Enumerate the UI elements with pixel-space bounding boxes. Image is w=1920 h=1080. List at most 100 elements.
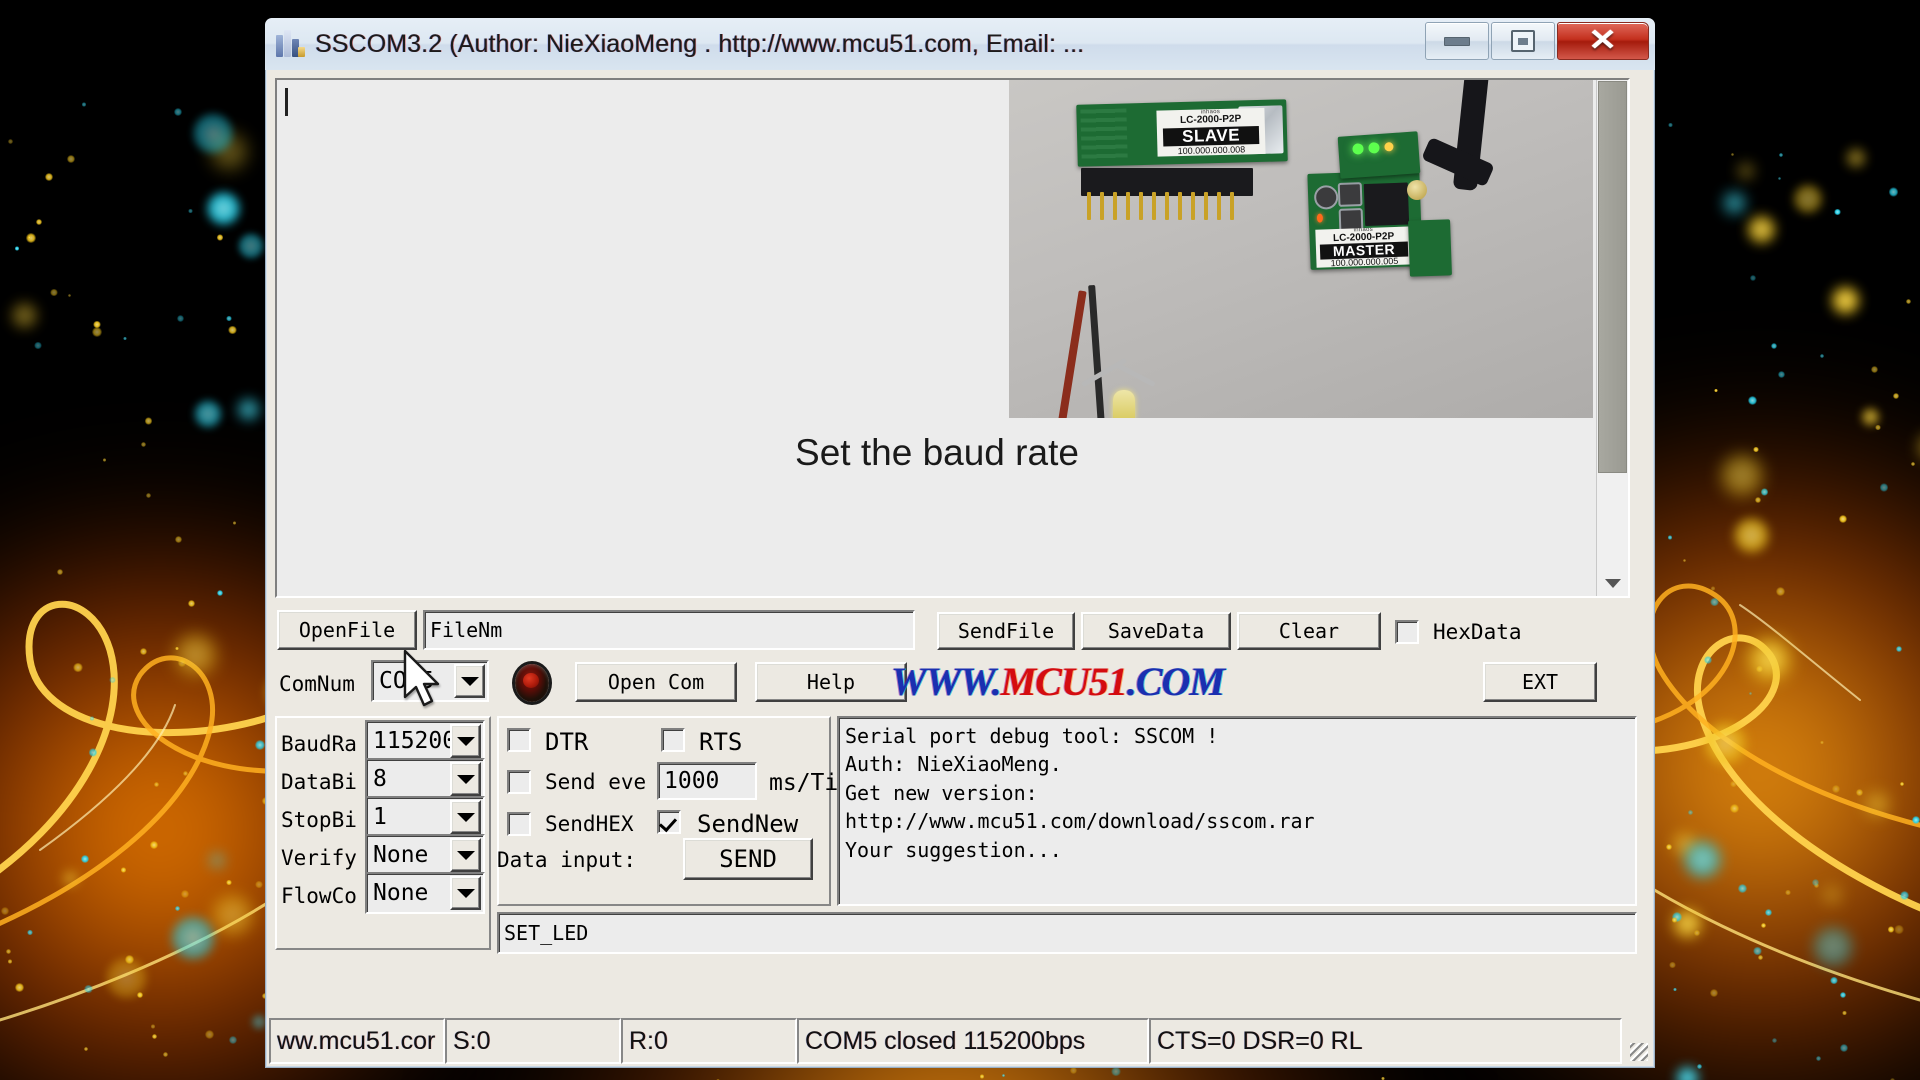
help-button[interactable]: Help xyxy=(755,662,907,702)
bokeh-particle xyxy=(144,417,153,425)
receive-scrollbar[interactable] xyxy=(1596,80,1628,596)
bokeh-particle xyxy=(34,341,42,350)
logo-brand: MCU51 xyxy=(1000,659,1128,704)
comnum-label: ComNum xyxy=(279,672,355,696)
bokeh-particle xyxy=(1879,483,1889,492)
bokeh-particle xyxy=(1830,285,1862,317)
ext-button[interactable]: EXT xyxy=(1483,662,1597,702)
bokeh-particle xyxy=(1844,146,1868,169)
bokeh-particle xyxy=(1754,497,1761,504)
bokeh-particle xyxy=(1722,190,1747,216)
window-controls[interactable]: ✕ xyxy=(1425,22,1649,60)
opencom-button[interactable]: Open Com xyxy=(575,662,737,702)
databits-select[interactable]: 8 xyxy=(365,758,485,800)
data-input-field[interactable]: SET_LED xyxy=(497,912,1637,954)
clear-button[interactable]: Clear xyxy=(1237,612,1381,650)
comnum-select[interactable]: COM5 xyxy=(371,660,489,702)
bokeh-particle xyxy=(1673,987,1677,992)
hexdata-label: HexData xyxy=(1433,620,1522,644)
logo-prefix: WWW. xyxy=(891,659,1002,704)
openfile-button[interactable]: OpenFile xyxy=(277,610,417,650)
comnum-dropdown-arrow[interactable] xyxy=(454,664,485,698)
scrollbar-down-arrow[interactable] xyxy=(1597,570,1628,596)
rts-checkbox[interactable] xyxy=(661,728,685,752)
verify-select[interactable]: None xyxy=(365,834,485,876)
sendevery-checkbox[interactable] xyxy=(507,770,531,794)
sendnew-label: SendNew xyxy=(697,810,799,838)
bokeh-particle xyxy=(93,320,101,329)
bokeh-particle xyxy=(236,396,262,422)
resize-grip[interactable] xyxy=(1622,1018,1651,1064)
flowcontrol-label: FlowCo xyxy=(281,884,357,908)
bokeh-particle xyxy=(1710,597,1719,607)
flowcontrol-dropdown-arrow[interactable] xyxy=(450,876,481,910)
slave-serial: 100.000.000.008 xyxy=(1177,143,1246,156)
chevron-down-icon xyxy=(1604,578,1621,588)
hexdata-checkbox[interactable] xyxy=(1395,620,1419,644)
chevron-down-icon xyxy=(456,850,475,860)
databits-dropdown-arrow[interactable] xyxy=(450,762,481,796)
baudrate-dropdown-arrow[interactable] xyxy=(450,724,481,758)
bokeh-particle xyxy=(102,457,107,462)
bokeh-particle xyxy=(182,770,188,776)
comnum-value: COM5 xyxy=(379,668,435,694)
flowcontrol-select[interactable]: None xyxy=(365,872,485,914)
bokeh-particle xyxy=(174,536,182,543)
bokeh-particle xyxy=(1714,388,1718,393)
sscom-window[interactable]: SSCOM3.2 (Author: NieXiaoMeng . http://w… xyxy=(265,18,1655,1068)
verify-dropdown-arrow[interactable] xyxy=(450,838,481,872)
sendhex-checkbox[interactable] xyxy=(507,812,531,836)
bokeh-particle xyxy=(1905,299,1912,305)
bokeh-particle xyxy=(229,1036,237,1044)
bokeh-particle xyxy=(1911,462,1915,466)
baudrate-select[interactable]: 115200 xyxy=(365,720,485,762)
title-bar[interactable]: SSCOM3.2 (Author: NieXiaoMeng . http://w… xyxy=(265,18,1655,70)
bokeh-particle xyxy=(255,740,265,751)
filename-input[interactable]: FileNm xyxy=(423,610,915,650)
interval-input[interactable]: 1000 xyxy=(657,762,757,800)
mcu51-logo[interactable]: WWW.MCU51.COM xyxy=(891,658,1225,705)
status-site[interactable]: ww.mcu51.cor xyxy=(269,1018,445,1064)
close-button[interactable]: ✕ xyxy=(1557,22,1649,60)
bokeh-particle xyxy=(193,399,224,429)
bokeh-particle xyxy=(1669,962,1676,969)
settings-panel: BaudRa 115200 DataBi 8 StopBi 1 Verify N… xyxy=(275,716,1637,1026)
dtr-label: DTR xyxy=(545,728,589,756)
bokeh-particle xyxy=(1696,1063,1702,1069)
verify-label: Verify xyxy=(281,846,357,870)
bokeh-particle xyxy=(1863,791,1891,818)
bokeh-particle xyxy=(44,173,53,182)
bokeh-particle xyxy=(1779,153,1783,157)
bokeh-particle xyxy=(1702,719,1750,767)
bokeh-particle xyxy=(171,631,220,679)
stopbits-select[interactable]: 1 xyxy=(365,796,485,838)
dtr-checkbox[interactable] xyxy=(507,728,531,752)
bokeh-particle xyxy=(120,867,126,873)
bokeh-particle xyxy=(123,336,127,341)
receive-textarea[interactable]: inhaos LC-2000-P2P SLAVE 100.000.000.008 xyxy=(277,80,1597,596)
file-toolbar-row: OpenFile FileNm SendFile SaveData Clear … xyxy=(275,608,1630,656)
send-button[interactable]: SEND xyxy=(683,838,813,880)
bokeh-particle xyxy=(1875,424,1881,430)
minimize-button[interactable] xyxy=(1425,22,1489,60)
client-area: inhaos LC-2000-P2P SLAVE 100.000.000.008 xyxy=(267,70,1653,1066)
receive-area[interactable]: inhaos LC-2000-P2P SLAVE 100.000.000.008 xyxy=(275,78,1630,598)
stopbits-label: StopBi xyxy=(281,808,357,832)
savedata-button[interactable]: SaveData xyxy=(1081,612,1231,650)
sendnew-checkbox[interactable] xyxy=(657,810,681,834)
scrollbar-thumb[interactable] xyxy=(1598,81,1627,473)
bokeh-particle xyxy=(979,1073,985,1079)
about-info-box: Serial port debug tool: SSCOM ! Auth: Ni… xyxy=(837,716,1637,906)
bokeh-particle xyxy=(1758,954,1764,960)
maximize-button[interactable] xyxy=(1491,22,1555,60)
bokeh-particle xyxy=(1668,123,1673,128)
sendfile-button[interactable]: SendFile xyxy=(937,612,1075,650)
master-serial: 100.000.000.005 xyxy=(1330,255,1399,268)
bokeh-particle xyxy=(73,662,83,673)
connection-led-indicator xyxy=(515,664,549,702)
bokeh-particle xyxy=(175,905,181,911)
bokeh-particle xyxy=(50,288,59,297)
bokeh-particle xyxy=(1811,878,1819,886)
bokeh-particle xyxy=(1730,780,1737,788)
stopbits-dropdown-arrow[interactable] xyxy=(450,800,481,834)
